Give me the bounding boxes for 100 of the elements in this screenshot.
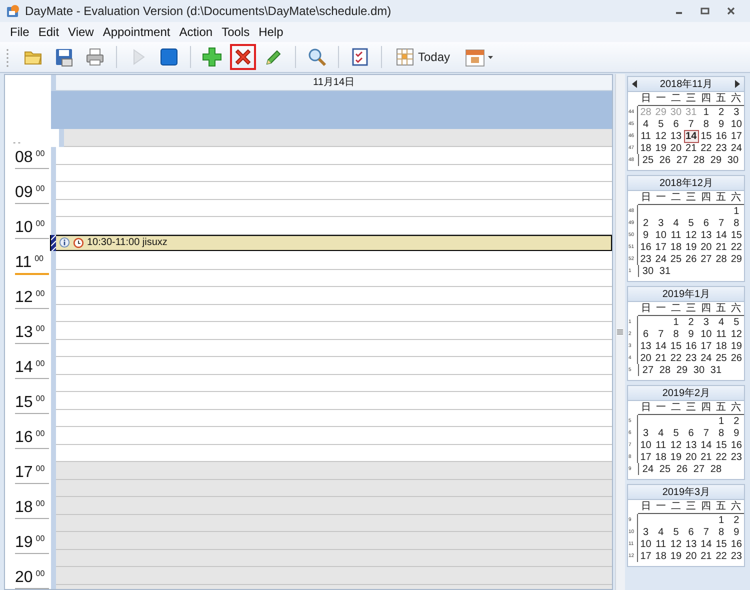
calendar-day[interactable]: 15 — [728, 228, 744, 242]
calendar-day[interactable]: 1 — [698, 106, 714, 118]
calendar-day[interactable]: 22 — [714, 550, 729, 562]
calendar-day[interactable]: 15 — [668, 340, 684, 352]
calendar-day[interactable]: 1 — [714, 414, 729, 428]
calendar-day[interactable]: 7 — [698, 526, 714, 538]
menu-item[interactable]: Action — [179, 25, 213, 39]
calendar-day[interactable]: 25 — [668, 252, 684, 266]
hour-slot[interactable] — [56, 497, 612, 532]
calendar-day[interactable]: 10 — [638, 538, 654, 550]
calendar-day[interactable]: 27 — [690, 462, 708, 476]
calendar-day[interactable]: 16 — [714, 130, 729, 142]
calendar-day[interactable]: 25 — [656, 462, 674, 476]
calendar-day[interactable]: 10 — [653, 228, 668, 242]
calendar-day[interactable]: 18 — [653, 550, 668, 562]
calendar-day[interactable]: 2 — [728, 414, 744, 428]
calendar-day[interactable]: 12 — [684, 228, 699, 242]
calendar-day[interactable]: 3 — [638, 426, 654, 440]
scrollbar[interactable] — [614, 74, 626, 590]
calendar-day[interactable]: 4 — [668, 216, 684, 230]
calendar-day[interactable]: 21 — [698, 550, 714, 562]
calendar-day[interactable]: 5 — [668, 426, 684, 440]
calendar-day[interactable]: 25 — [714, 352, 729, 364]
calendar-day[interactable]: 10 — [698, 328, 714, 340]
calendar-day[interactable]: 10 — [638, 438, 654, 452]
calendar-day[interactable]: 12 — [728, 328, 744, 340]
calendar-day[interactable]: 8 — [698, 118, 714, 130]
calendar-day[interactable]: 15 — [698, 130, 714, 142]
calendar-day[interactable]: 13 — [668, 130, 684, 142]
menu-item[interactable]: View — [68, 25, 94, 39]
calendar-day[interactable]: 20 — [684, 550, 699, 562]
calendar-day[interactable]: 31 — [656, 264, 674, 278]
calendar-day[interactable]: 18 — [638, 142, 654, 154]
calendar-day[interactable]: 2 — [638, 216, 654, 230]
calendar-day[interactable]: 6 — [684, 426, 699, 440]
calendar-day[interactable]: 1 — [714, 514, 729, 526]
calendar-day[interactable]: 5 — [653, 118, 668, 130]
calendar-day[interactable]: 13 — [684, 438, 699, 452]
hour-slot[interactable] — [56, 532, 612, 567]
calendar-day[interactable]: 17 — [698, 340, 714, 352]
calendar-day[interactable]: 14 — [653, 340, 668, 352]
restore-icon[interactable] — [700, 6, 710, 16]
calendar-day[interactable]: 13 — [638, 340, 654, 352]
calendar-day[interactable]: 16 — [728, 538, 744, 550]
calendar-day[interactable]: 24 — [728, 142, 744, 154]
calendar-day[interactable]: 8 — [714, 426, 729, 440]
calendar-day[interactable]: 23 — [638, 252, 654, 266]
calendar-day[interactable]: 22 — [668, 352, 684, 364]
calendar-day[interactable]: 19 — [668, 450, 684, 464]
all-day-area[interactable] — [56, 91, 612, 129]
calendar-day[interactable]: 23 — [714, 142, 729, 154]
previous-month-icon[interactable] — [632, 80, 638, 88]
hour-slot[interactable] — [56, 462, 612, 497]
calendar-day[interactable]: 5 — [684, 216, 699, 230]
calendar-day[interactable]: 4 — [714, 316, 729, 328]
calendar-day[interactable]: 1 — [728, 204, 744, 218]
menu-item[interactable]: Help — [258, 25, 284, 39]
calendar-day[interactable]: 14 — [698, 538, 714, 550]
calendar-day[interactable]: 16 — [728, 438, 744, 452]
calendar-day[interactable]: 15 — [714, 438, 729, 452]
calendar-day[interactable]: 14 — [684, 130, 699, 142]
calendar-day[interactable]: 19 — [728, 340, 744, 352]
menu-item[interactable]: Appointment — [102, 25, 170, 39]
calendar-day[interactable]: 7 — [653, 328, 668, 340]
calendar-day[interactable]: 23 — [684, 352, 699, 364]
calendar-day[interactable]: 29 — [728, 252, 744, 266]
calendar-day[interactable]: 8 — [668, 328, 684, 340]
menu-item[interactable]: Tools — [222, 25, 250, 39]
calendar-day[interactable]: 9 — [728, 526, 744, 538]
calendar-day[interactable]: 15 — [714, 538, 729, 550]
calendar-day[interactable]: 27 — [639, 364, 656, 376]
close-icon[interactable] — [726, 6, 736, 16]
calendar-day[interactable]: 17 — [653, 240, 668, 254]
calendar-day[interactable]: 4 — [653, 426, 668, 440]
calendar-day[interactable]: 7 — [714, 216, 729, 230]
calendar-day[interactable]: 11 — [668, 228, 684, 242]
calendar-day[interactable]: 11 — [653, 538, 668, 550]
calendar-day[interactable]: 23 — [728, 550, 744, 562]
calendar-day[interactable]: 2 — [684, 316, 699, 328]
calendar-day[interactable]: 3 — [653, 216, 668, 230]
calendar-day[interactable]: 7 — [684, 118, 699, 130]
calendar-day[interactable]: 18 — [668, 240, 684, 254]
calendar-day[interactable]: 18 — [653, 450, 668, 464]
day-header[interactable]: 11月14日 — [56, 75, 612, 91]
calendar-day[interactable]: 21 — [684, 142, 699, 154]
calendar-day[interactable]: 13 — [698, 228, 714, 242]
calendar-day[interactable]: 11 — [714, 328, 729, 340]
calendar-day[interactable]: 13 — [684, 538, 699, 550]
calendar-day[interactable]: 12 — [653, 130, 668, 142]
next-month-icon[interactable] — [734, 80, 740, 88]
calendar-day[interactable]: 22 — [714, 450, 729, 464]
calendar-day[interactable]: 26 — [728, 352, 744, 364]
calendar-day[interactable]: 18 — [714, 340, 729, 352]
appointment[interactable]: 10:30-11:00 jisuxz — [50, 234, 612, 250]
calendar-day[interactable]: 30 — [639, 264, 656, 278]
calendar-day[interactable]: 4 — [638, 118, 654, 130]
calendar-day[interactable]: 4 — [653, 526, 668, 538]
calendar-day[interactable]: 14 — [714, 228, 729, 242]
calendar-day[interactable]: 3 — [728, 106, 744, 118]
calendar-day[interactable]: 27 — [673, 154, 690, 166]
